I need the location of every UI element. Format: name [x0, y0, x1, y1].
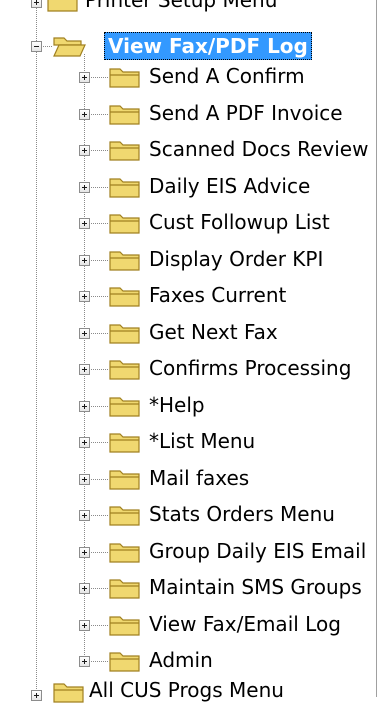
expand-stats-orders-menu-button[interactable]: [79, 510, 90, 521]
folder-icon: [108, 320, 142, 346]
expand-all-cus-progs-button[interactable]: [31, 690, 42, 701]
tree-item-cust-followup-list[interactable]: Cust Followup List: [147, 208, 332, 236]
tree-connector: [91, 333, 108, 334]
tree-connector: [91, 442, 108, 443]
folder-icon: [108, 539, 142, 565]
tree-item-view-fax-pdf-log[interactable]: View Fax/PDF Log: [104, 32, 312, 60]
expand-send-a-pdf-invoice-button[interactable]: [79, 109, 90, 120]
folder-icon: [46, 0, 80, 14]
tree-connector: [43, 46, 52, 47]
folder-icon: [108, 648, 142, 674]
tree-connector: [91, 150, 108, 151]
tree-item-daily-eis-advice[interactable]: Daily EIS Advice: [147, 172, 312, 200]
tree-item-confirms-processing[interactable]: Confirms Processing: [147, 354, 353, 382]
folder-icon: [108, 393, 142, 419]
expand-view-fax-email-log-button[interactable]: [79, 620, 90, 631]
tree-item-scanned-docs-review[interactable]: Scanned Docs Review: [147, 135, 370, 163]
tree-connector: [91, 515, 108, 516]
folder-icon: [108, 64, 142, 90]
folder-icon: [108, 247, 142, 273]
folder-icon: [108, 101, 142, 127]
expand-printer-setup-button[interactable]: [31, 0, 42, 8]
tree-connector: [91, 661, 108, 662]
expand-admin-button[interactable]: [79, 656, 90, 667]
tree-connector: [91, 260, 108, 261]
tree-connector: [91, 114, 108, 115]
folder-icon: [108, 502, 142, 528]
tree-item-mail-faxes[interactable]: Mail faxes: [147, 464, 251, 492]
tree-item-admin[interactable]: Admin: [147, 646, 215, 674]
folder-icon: [108, 575, 142, 601]
expand-confirms-processing-button[interactable]: [79, 364, 90, 375]
tree-item-printer-setup-menu[interactable]: Printer Setup Menu: [83, 0, 279, 14]
tree-connector: [91, 296, 108, 297]
tree-item-maintain-sms-groups[interactable]: Maintain SMS Groups: [147, 573, 364, 601]
tree-connector: [91, 479, 108, 480]
tree-item-list-menu[interactable]: *List Menu: [147, 427, 257, 455]
folder-icon: [108, 429, 142, 455]
folder-icon: [108, 174, 142, 200]
tree-item-group-daily-eis-email[interactable]: Group Daily EIS Email: [147, 537, 368, 565]
pane-border: [376, 0, 377, 697]
tree-item-view-fax-email-log[interactable]: View Fax/Email Log: [147, 610, 343, 638]
tree-connector: [91, 223, 108, 224]
expand-send-a-confirm-button[interactable]: [79, 72, 90, 83]
tree-connector: [91, 588, 108, 589]
tree-item-get-next-fax[interactable]: Get Next Fax: [147, 318, 280, 346]
tree-item-help[interactable]: *Help: [147, 391, 207, 419]
open-folder-icon: [52, 33, 86, 59]
tree-item-send-a-confirm[interactable]: Send A Confirm: [147, 62, 307, 90]
folder-icon: [108, 210, 142, 236]
expand-get-next-fax-button[interactable]: [79, 328, 90, 339]
tree-connector: [91, 625, 108, 626]
expand-scanned-docs-review-button[interactable]: [79, 145, 90, 156]
expand-display-order-kpi-button[interactable]: [79, 255, 90, 266]
tree-connector: [91, 187, 108, 188]
expand-group-daily-eis-email-button[interactable]: [79, 547, 90, 558]
folder-icon: [108, 137, 142, 163]
expand-help-button[interactable]: [79, 401, 90, 412]
folder-icon: [108, 356, 142, 382]
tree-item-faxes-current[interactable]: Faxes Current: [147, 281, 288, 309]
expand-cust-followup-list-button[interactable]: [79, 218, 90, 229]
tree-item-all-cus-progs-menu[interactable]: All CUS Progs Menu: [87, 676, 286, 704]
tree-connector: [91, 369, 108, 370]
expand-daily-eis-advice-button[interactable]: [79, 182, 90, 193]
expand-maintain-sms-groups-button[interactable]: [79, 583, 90, 594]
folder-icon: [108, 283, 142, 309]
tree-item-send-a-pdf-invoice[interactable]: Send A PDF Invoice: [147, 99, 345, 127]
expand-list-menu-button[interactable]: [79, 437, 90, 448]
tree-connector: [91, 406, 108, 407]
tree-item-stats-orders-menu[interactable]: Stats Orders Menu: [147, 500, 337, 528]
tree-connector-root: [36, 0, 37, 697]
collapse-view-fax-pdf-log-button[interactable]: [31, 41, 42, 52]
expand-faxes-current-button[interactable]: [79, 291, 90, 302]
folder-icon: [108, 612, 142, 638]
tree-connector: [91, 552, 108, 553]
folder-icon: [52, 679, 86, 705]
tree-connector: [91, 77, 108, 78]
tree-item-display-order-kpi[interactable]: Display Order KPI: [147, 245, 325, 273]
expand-mail-faxes-button[interactable]: [79, 474, 90, 485]
tree-view: Printer Setup Menu View Fax/PDF Log Send A…: [0, 0, 380, 703]
folder-icon: [108, 466, 142, 492]
